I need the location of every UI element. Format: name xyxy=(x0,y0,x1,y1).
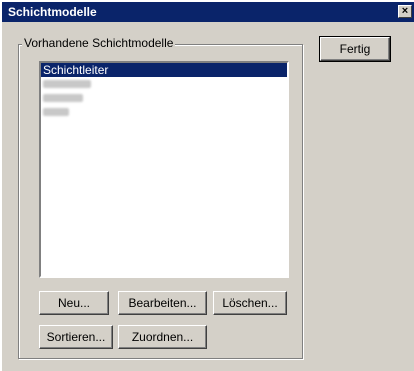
list-item-redacted-2[interactable] xyxy=(41,91,287,105)
edit-button[interactable]: Bearbeiten... xyxy=(118,291,207,315)
window-title: Schichtmodelle xyxy=(8,5,97,19)
done-button[interactable]: Fertig xyxy=(319,36,391,62)
redacted-text xyxy=(43,108,69,116)
close-button[interactable]: × xyxy=(398,5,412,18)
list-item-schichtleiter[interactable]: Schichtleiter xyxy=(41,63,287,77)
close-icon: × xyxy=(401,5,409,17)
sort-button[interactable]: Sortieren... xyxy=(39,325,113,349)
title-bar[interactable]: Schichtmodelle × xyxy=(2,2,414,22)
list-item-redacted-3[interactable] xyxy=(41,105,287,119)
delete-button[interactable]: Löschen... xyxy=(213,291,287,315)
list-item-redacted-1[interactable] xyxy=(41,77,287,91)
list-item-label: Schichtleiter xyxy=(43,63,109,77)
redacted-text xyxy=(43,80,91,88)
assign-button[interactable]: Zuordnen... xyxy=(118,325,207,349)
new-button[interactable]: Neu... xyxy=(39,291,109,315)
schichtmodelle-list[interactable]: Schichtleiter xyxy=(39,61,289,278)
group-label: Vorhandene Schichtmodelle xyxy=(22,36,176,50)
redacted-text xyxy=(43,94,83,102)
dialog-window: Schichtmodelle × Vorhandene Schichtmodel… xyxy=(2,2,414,371)
